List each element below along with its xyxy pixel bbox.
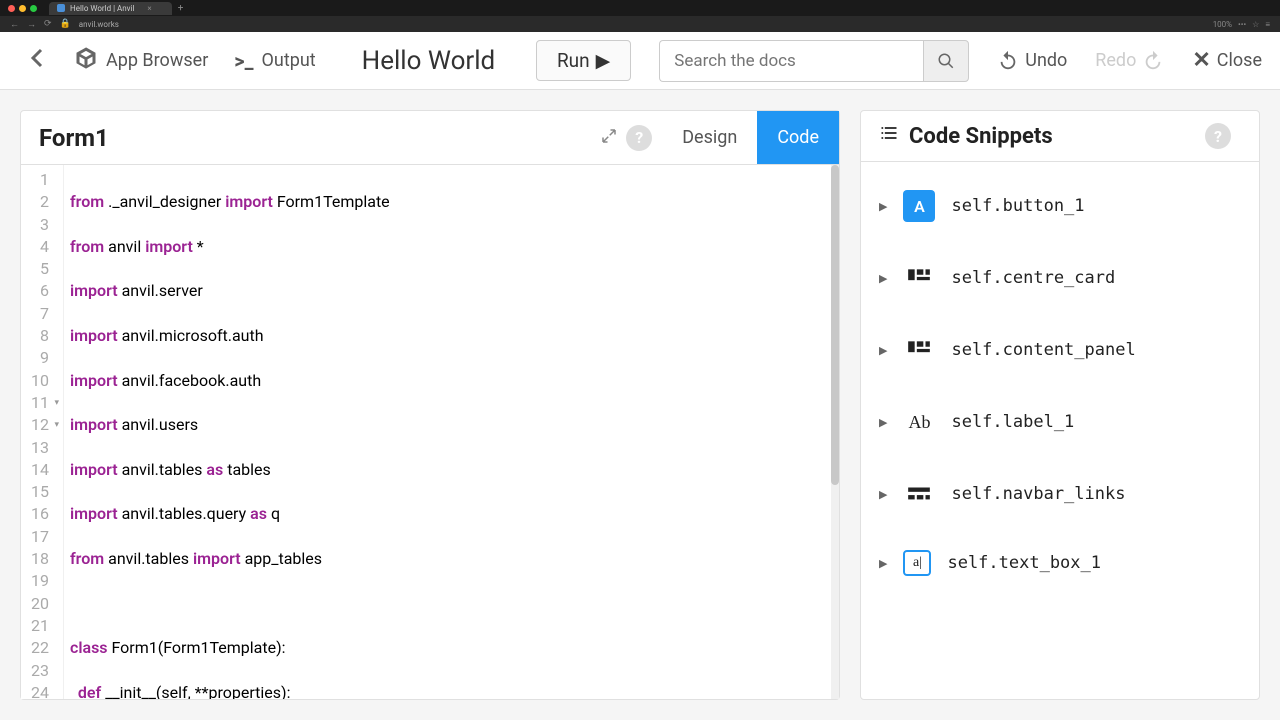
search-input[interactable]	[659, 40, 923, 82]
lock-icon: 🔒	[60, 19, 71, 29]
app-browser-label: App Browser	[106, 50, 208, 71]
editor-panel: Form1 ? Design Code 12345 678910 11▾12▾1…	[20, 110, 840, 700]
label-component-icon: Ab	[903, 406, 935, 438]
close-label: Close	[1217, 50, 1262, 71]
chevron-right-icon: ▶	[879, 416, 887, 429]
list-icon	[879, 123, 899, 149]
navbar-component-icon	[903, 478, 935, 510]
window-controls[interactable]	[8, 5, 37, 12]
undo-icon	[997, 50, 1019, 72]
cube-icon	[74, 46, 98, 75]
snippets-help-icon[interactable]: ?	[1205, 123, 1231, 149]
terminal-icon: >_	[234, 49, 253, 73]
snippet-centre-card[interactable]: ▶ self.centre_card	[861, 242, 1259, 314]
maximize-window-icon[interactable]	[30, 5, 37, 12]
snippets-header: Code Snippets ?	[861, 111, 1259, 162]
expand-icon[interactable]	[592, 119, 626, 157]
tab-design[interactable]: Design	[662, 111, 757, 164]
editor-tabs: Design Code	[662, 111, 839, 164]
minimize-window-icon[interactable]	[19, 5, 26, 12]
new-tab-button[interactable]: +	[178, 3, 184, 14]
docs-search	[659, 40, 969, 82]
zoom-label: 100%	[1213, 20, 1232, 29]
snippet-content-panel[interactable]: ▶ self.content_panel	[861, 314, 1259, 386]
panel-component-icon	[903, 334, 935, 366]
chevron-right-icon: ▶	[879, 488, 887, 501]
snippets-panel: Code Snippets ? ▶ A self.button_1 ▶ self…	[860, 110, 1260, 700]
output-label: Output	[262, 50, 316, 71]
reload-icon[interactable]: ⟳	[44, 19, 52, 29]
tab-code[interactable]: Code	[757, 111, 839, 164]
search-icon	[937, 52, 955, 70]
editor-header: Form1 ? Design Code	[21, 111, 839, 165]
button-component-icon: A	[903, 190, 935, 222]
close-icon: ✕	[1192, 48, 1210, 73]
app-title: Hello World	[362, 46, 496, 76]
browser-chrome: Hello World | Anvil × + ← → ⟳ 🔒 anvil.wo…	[0, 0, 1280, 32]
output-button[interactable]: >_ Output	[224, 43, 325, 79]
snippets-title: Code Snippets	[909, 124, 1053, 149]
snippet-label: self.content_panel	[951, 340, 1135, 360]
tab-title: Hello World | Anvil	[70, 4, 134, 13]
snippet-label: self.text_box_1	[947, 553, 1101, 573]
redo-label: Redo	[1095, 50, 1136, 71]
snippet-button-1[interactable]: ▶ A self.button_1	[861, 170, 1259, 242]
close-button[interactable]: ✕ Close	[1192, 48, 1262, 73]
help-icon[interactable]: ?	[626, 125, 652, 151]
snippet-label: self.navbar_links	[951, 484, 1125, 504]
snippets-list: ▶ A self.button_1 ▶ self.centre_card ▶ s…	[861, 162, 1259, 604]
chevron-right-icon: ▶	[879, 200, 887, 213]
search-button[interactable]	[923, 40, 969, 82]
snippet-label-1[interactable]: ▶ Ab self.label_1	[861, 386, 1259, 458]
chevron-right-icon: ▶	[879, 272, 887, 285]
favicon-icon	[57, 4, 65, 12]
undo-label: Undo	[1025, 50, 1067, 71]
form-title: Form1	[21, 112, 592, 164]
snippet-navbar-links[interactable]: ▶ self.navbar_links	[861, 458, 1259, 530]
code-content[interactable]: from ._anvil_designer import Form1Templa…	[64, 165, 839, 699]
address-bar: ← → ⟳ 🔒 anvil.works 100% ••• ☆ ≡	[0, 16, 1280, 32]
hamburger-icon[interactable]: ≡	[1265, 20, 1270, 29]
panel-component-icon	[903, 262, 935, 294]
snippet-text-box-1[interactable]: ▶ a| self.text_box_1	[861, 530, 1259, 596]
editor-scrollbar[interactable]	[831, 165, 839, 699]
redo-button: Redo	[1095, 50, 1164, 72]
main-content: Form1 ? Design Code 12345 678910 11▾12▾1…	[0, 90, 1280, 720]
snippet-label: self.label_1	[951, 412, 1074, 432]
chevron-left-icon	[26, 46, 50, 75]
snippet-label: self.centre_card	[951, 268, 1115, 288]
app-toolbar: App Browser >_ Output Hello World Run ▶ …	[0, 32, 1280, 90]
app-browser-button[interactable]: App Browser	[64, 40, 218, 81]
chevron-right-icon: ▶	[879, 557, 887, 570]
run-button[interactable]: Run ▶	[536, 40, 631, 81]
redo-icon	[1142, 50, 1164, 72]
back-icon[interactable]: ←	[10, 19, 19, 30]
menu-icon[interactable]: •••	[1238, 20, 1246, 29]
browser-tab-bar: Hello World | Anvil × +	[0, 0, 1280, 16]
close-tab-icon[interactable]: ×	[147, 4, 151, 13]
code-editor[interactable]: 12345 678910 11▾12▾131415 1617181920 212…	[21, 165, 839, 699]
back-button[interactable]	[18, 40, 58, 81]
chevron-right-icon: ▶	[879, 344, 887, 357]
undo-button[interactable]: Undo	[997, 50, 1067, 72]
line-gutter: 12345 678910 11▾12▾131415 1617181920 212…	[21, 165, 64, 699]
browser-tab[interactable]: Hello World | Anvil ×	[49, 2, 172, 15]
snippet-label: self.button_1	[951, 196, 1084, 216]
star-icon[interactable]: ☆	[1252, 20, 1259, 29]
forward-icon[interactable]: →	[27, 19, 36, 30]
textbox-component-icon: a|	[903, 550, 931, 576]
url-field[interactable]: anvil.works	[79, 20, 1205, 29]
close-window-icon[interactable]	[8, 5, 15, 12]
run-label: Run	[557, 49, 590, 72]
play-icon: ▶	[596, 49, 611, 72]
